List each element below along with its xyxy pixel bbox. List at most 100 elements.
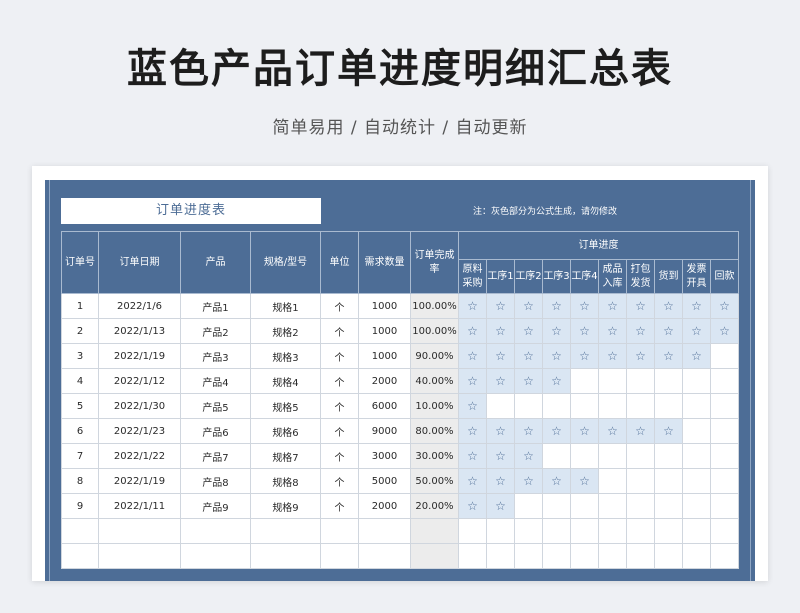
empty-cell[interactable] — [682, 518, 711, 544]
order-no-cell[interactable]: 6 — [61, 418, 99, 444]
progress-star-icon[interactable]: ☆ — [514, 468, 543, 494]
progress-star-icon[interactable]: ☆ — [458, 368, 487, 394]
spec-cell[interactable]: 规格1 — [250, 293, 321, 319]
order-no-cell[interactable]: 2 — [61, 318, 99, 344]
product-cell[interactable]: 产品8 — [180, 468, 251, 494]
progress-star-icon[interactable]: ☆ — [598, 293, 627, 319]
progress-star-icon[interactable]: ☆ — [626, 318, 655, 344]
progress-empty-cell[interactable] — [514, 393, 543, 419]
order-date-cell[interactable]: 2022/1/12 — [98, 368, 181, 394]
quantity-cell[interactable]: 1000 — [358, 343, 411, 369]
quantity-cell[interactable]: 1000 — [358, 293, 411, 319]
progress-star-icon[interactable]: ☆ — [486, 418, 515, 444]
progress-empty-cell[interactable] — [654, 393, 683, 419]
progress-star-icon[interactable]: ☆ — [486, 493, 515, 519]
progress-star-icon[interactable]: ☆ — [626, 418, 655, 444]
empty-cell[interactable] — [320, 543, 359, 569]
progress-empty-cell[interactable] — [570, 443, 599, 469]
progress-empty-cell[interactable] — [710, 493, 739, 519]
product-cell[interactable]: 产品4 — [180, 368, 251, 394]
progress-empty-cell[interactable] — [682, 418, 711, 444]
empty-cell[interactable] — [514, 518, 543, 544]
progress-empty-cell[interactable] — [654, 468, 683, 494]
progress-empty-cell[interactable] — [570, 393, 599, 419]
progress-star-icon[interactable]: ☆ — [570, 293, 599, 319]
progress-empty-cell[interactable] — [486, 393, 515, 419]
progress-star-icon[interactable]: ☆ — [458, 493, 487, 519]
order-date-cell[interactable]: 2022/1/19 — [98, 343, 181, 369]
product-cell[interactable]: 产品2 — [180, 318, 251, 344]
empty-cell[interactable] — [654, 518, 683, 544]
quantity-cell[interactable]: 3000 — [358, 443, 411, 469]
empty-cell[interactable] — [250, 518, 321, 544]
progress-star-icon[interactable]: ☆ — [654, 293, 683, 319]
progress-star-icon[interactable]: ☆ — [710, 293, 739, 319]
progress-star-icon[interactable]: ☆ — [514, 418, 543, 444]
empty-cell[interactable] — [598, 518, 627, 544]
progress-empty-cell[interactable] — [598, 368, 627, 394]
progress-empty-cell[interactable] — [514, 493, 543, 519]
empty-cell[interactable] — [98, 518, 181, 544]
progress-star-icon[interactable]: ☆ — [514, 443, 543, 469]
completion-rate-cell[interactable]: 100.00% — [410, 293, 459, 319]
empty-cell[interactable] — [542, 543, 571, 569]
progress-empty-cell[interactable] — [710, 443, 739, 469]
progress-star-icon[interactable]: ☆ — [458, 418, 487, 444]
order-date-cell[interactable]: 2022/1/11 — [98, 493, 181, 519]
unit-cell[interactable]: 个 — [320, 343, 359, 369]
progress-star-icon[interactable]: ☆ — [570, 468, 599, 494]
progress-empty-cell[interactable] — [542, 493, 571, 519]
progress-star-icon[interactable]: ☆ — [542, 293, 571, 319]
quantity-cell[interactable]: 9000 — [358, 418, 411, 444]
product-cell[interactable]: 产品6 — [180, 418, 251, 444]
empty-cell[interactable] — [486, 518, 515, 544]
progress-empty-cell[interactable] — [710, 468, 739, 494]
empty-cell[interactable] — [514, 543, 543, 569]
completion-rate-cell[interactable]: 30.00% — [410, 443, 459, 469]
empty-cell[interactable] — [410, 543, 459, 569]
progress-star-icon[interactable]: ☆ — [542, 468, 571, 494]
order-no-cell[interactable]: 5 — [61, 393, 99, 419]
product-cell[interactable]: 产品9 — [180, 493, 251, 519]
unit-cell[interactable]: 个 — [320, 293, 359, 319]
progress-empty-cell[interactable] — [626, 443, 655, 469]
progress-star-icon[interactable]: ☆ — [514, 318, 543, 344]
progress-star-icon[interactable]: ☆ — [626, 343, 655, 369]
progress-empty-cell[interactable] — [570, 368, 599, 394]
product-cell[interactable]: 产品3 — [180, 343, 251, 369]
unit-cell[interactable]: 个 — [320, 418, 359, 444]
progress-star-icon[interactable]: ☆ — [458, 443, 487, 469]
progress-star-icon[interactable]: ☆ — [654, 318, 683, 344]
empty-cell[interactable] — [61, 543, 99, 569]
progress-empty-cell[interactable] — [710, 393, 739, 419]
progress-empty-cell[interactable] — [682, 368, 711, 394]
progress-star-icon[interactable]: ☆ — [570, 318, 599, 344]
quantity-cell[interactable]: 6000 — [358, 393, 411, 419]
order-date-cell[interactable]: 2022/1/22 — [98, 443, 181, 469]
progress-star-icon[interactable]: ☆ — [654, 343, 683, 369]
progress-star-icon[interactable]: ☆ — [542, 318, 571, 344]
progress-star-icon[interactable]: ☆ — [626, 293, 655, 319]
progress-empty-cell[interactable] — [654, 443, 683, 469]
progress-star-icon[interactable]: ☆ — [598, 318, 627, 344]
order-date-cell[interactable]: 2022/1/19 — [98, 468, 181, 494]
progress-empty-cell[interactable] — [682, 468, 711, 494]
progress-empty-cell[interactable] — [710, 343, 739, 369]
progress-star-icon[interactable]: ☆ — [598, 418, 627, 444]
completion-rate-cell[interactable]: 80.00% — [410, 418, 459, 444]
order-no-cell[interactable]: 7 — [61, 443, 99, 469]
progress-empty-cell[interactable] — [542, 443, 571, 469]
progress-star-icon[interactable]: ☆ — [514, 293, 543, 319]
spec-cell[interactable]: 规格3 — [250, 343, 321, 369]
completion-rate-cell[interactable]: 20.00% — [410, 493, 459, 519]
empty-cell[interactable] — [626, 543, 655, 569]
unit-cell[interactable]: 个 — [320, 468, 359, 494]
order-no-cell[interactable]: 4 — [61, 368, 99, 394]
progress-star-icon[interactable]: ☆ — [486, 443, 515, 469]
empty-cell[interactable] — [180, 518, 251, 544]
order-date-cell[interactable]: 2022/1/30 — [98, 393, 181, 419]
empty-cell[interactable] — [458, 518, 487, 544]
quantity-cell[interactable]: 5000 — [358, 468, 411, 494]
progress-star-icon[interactable]: ☆ — [682, 318, 711, 344]
product-cell[interactable]: 产品5 — [180, 393, 251, 419]
